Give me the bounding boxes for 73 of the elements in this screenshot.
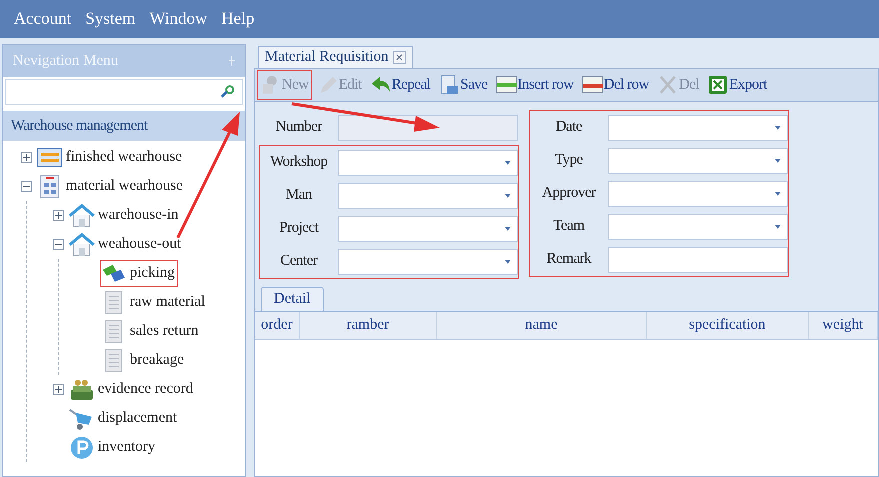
menu-item[interactable]: System xyxy=(86,6,136,32)
column-header[interactable]: order xyxy=(255,312,300,339)
tree-item[interactable]: weahouse-out xyxy=(68,231,184,258)
dropdown-arrow-icon xyxy=(775,126,781,130)
dropdown-arrow-icon xyxy=(775,158,781,162)
column-header[interactable]: specification xyxy=(647,312,809,339)
section-header[interactable]: Warehouse management xyxy=(3,111,245,141)
tree-item[interactable]: evidence record xyxy=(68,376,196,403)
expand-toggle-icon[interactable] xyxy=(53,210,64,221)
dropdown-field[interactable] xyxy=(608,114,788,140)
table-row-icon xyxy=(496,75,518,95)
document-tab[interactable]: Material Requisition xyxy=(258,46,413,68)
field-label: Remark xyxy=(546,250,593,270)
field-label: Man xyxy=(285,186,314,206)
column-header[interactable]: ramber xyxy=(300,312,437,339)
column-header[interactable]: name xyxy=(437,312,647,339)
search-field[interactable] xyxy=(5,79,243,105)
field-label: Type xyxy=(554,151,584,170)
toolbar-button[interactable]: Export xyxy=(704,70,770,100)
toolbar-button[interactable]: Repeal xyxy=(366,70,434,100)
spreadsheet-icon xyxy=(707,75,730,95)
toolbar-button[interactable]: Insert row xyxy=(492,70,577,100)
field-label: Team xyxy=(552,217,586,236)
tree-item[interactable]: warehouse-in xyxy=(68,202,182,229)
detail-tab[interactable]: Detail xyxy=(261,287,324,311)
tree-item[interactable]: raw material xyxy=(100,289,208,316)
tree-item[interactable]: finished wearhouse xyxy=(36,144,186,171)
field-label: Workshop xyxy=(269,153,329,172)
tree-item[interactable]: inventory xyxy=(68,434,158,461)
dropdown-arrow-icon xyxy=(505,226,511,230)
tree-item[interactable]: displacement xyxy=(68,405,180,432)
dropdown-arrow-icon xyxy=(505,194,511,198)
menu-item[interactable]: Account xyxy=(14,6,72,32)
list-icon xyxy=(37,146,63,170)
search-icon xyxy=(220,85,236,99)
dropdown-arrow-icon xyxy=(775,192,781,196)
dropdown-field[interactable] xyxy=(338,150,518,176)
tree-item[interactable]: material wearhouse xyxy=(36,173,186,200)
dropdown-field[interactable] xyxy=(608,180,788,206)
tree-item[interactable]: sales return xyxy=(100,318,202,345)
dropdown-field[interactable] xyxy=(338,182,518,208)
house-icon xyxy=(69,232,95,256)
expand-toggle-icon[interactable] xyxy=(21,152,32,163)
dropdown-field[interactable] xyxy=(338,248,518,274)
house-icon xyxy=(69,204,95,228)
collapse-toggle-icon[interactable] xyxy=(21,181,32,192)
field-label: Date xyxy=(554,118,584,138)
field-label: Approver xyxy=(541,184,598,204)
cash-stack-icon xyxy=(69,378,95,402)
field-label: Project xyxy=(278,219,320,238)
menu-item[interactable]: Help xyxy=(222,6,255,32)
dropdown-arrow-icon xyxy=(505,260,511,264)
expand-toggle-icon[interactable] xyxy=(53,384,64,395)
dropdown-arrow-icon xyxy=(775,224,781,228)
tree-item[interactable]: breakage xyxy=(100,347,188,374)
text-field[interactable] xyxy=(608,246,788,272)
dropdown-field[interactable] xyxy=(608,214,788,240)
tree-item[interactable]: picking xyxy=(100,260,178,287)
collapse-toggle-icon[interactable] xyxy=(53,239,64,250)
close-icon[interactable] xyxy=(392,51,406,64)
toolbar-button[interactable]: Del row xyxy=(578,70,652,100)
toolbar-button[interactable]: Save xyxy=(435,70,491,100)
menu-item[interactable]: Window xyxy=(150,6,208,32)
table-row-icon xyxy=(582,75,604,95)
cart-icon xyxy=(69,406,95,430)
dropdown-field[interactable] xyxy=(338,216,518,242)
dropdown-arrow-icon xyxy=(505,160,511,164)
column-header[interactable]: weight xyxy=(809,312,878,339)
sidebar-title: Nevigation Menu xyxy=(13,52,118,71)
field-label: Center xyxy=(280,252,319,272)
p-badge-icon xyxy=(69,436,95,460)
field-label: Number xyxy=(274,118,324,138)
dropdown-field[interactable] xyxy=(608,148,788,174)
